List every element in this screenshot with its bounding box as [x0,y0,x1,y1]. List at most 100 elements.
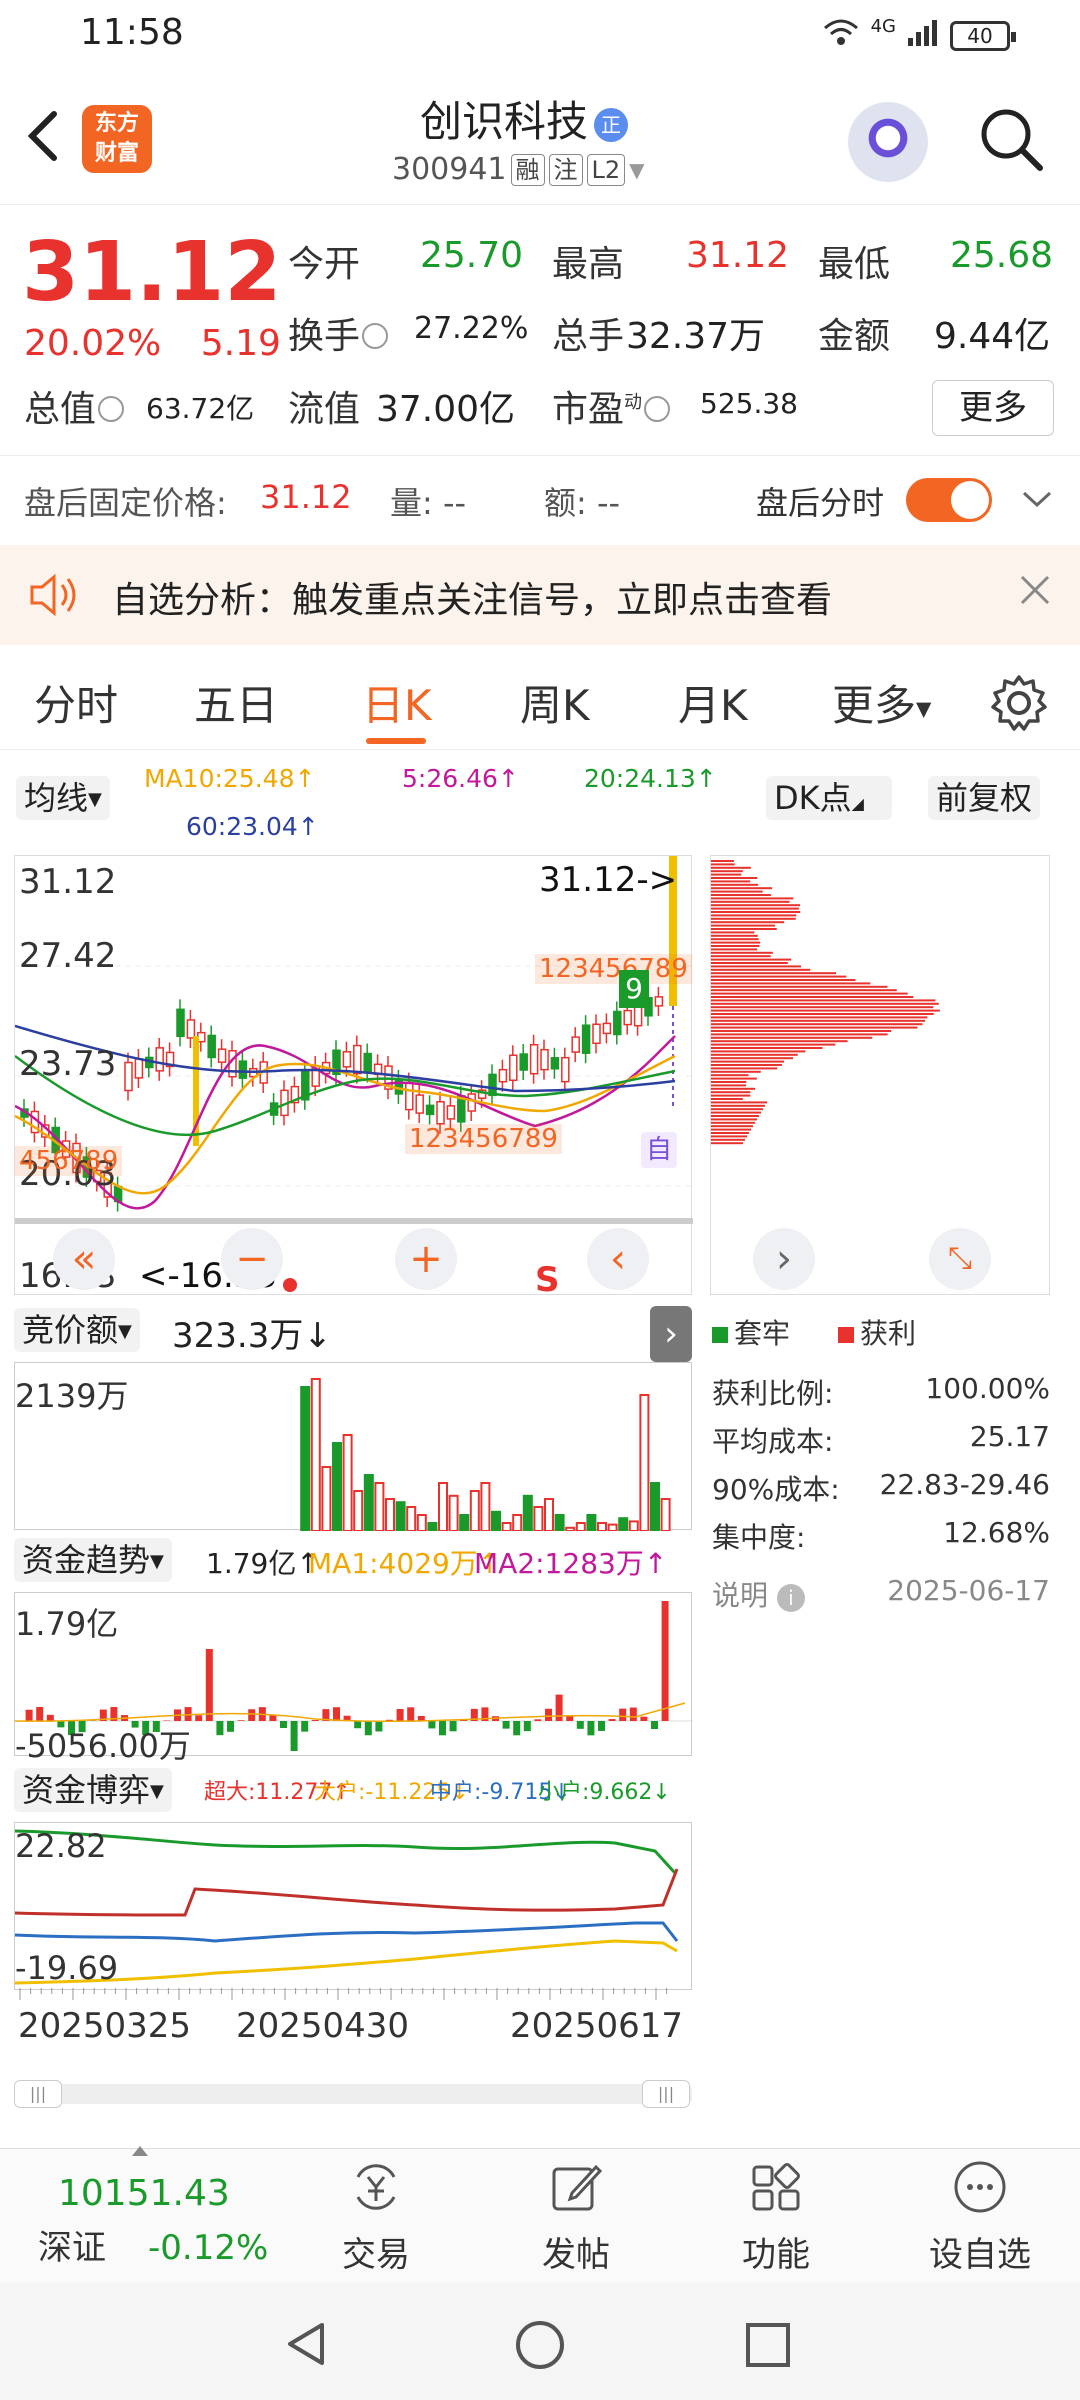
chip-bar [711,931,754,933]
trend-bar [26,1710,33,1721]
index-change: -0.12% [148,2228,268,2268]
chip-label-90-cost: 90%成本: [712,1468,840,1508]
chip-bar [711,993,908,995]
after-hours-toggle[interactable] [906,478,992,522]
candle-body [208,1035,215,1057]
fund-game-chart[interactable]: 22.82 -19.69 [14,1822,692,1990]
chevron-down-icon[interactable] [1022,482,1052,517]
stock-header: 东方 财富 创识科技正 300941 融 注 L2 ▼ [0,70,1080,205]
fund-trend-selector[interactable]: 资金趋势▼ [14,1538,172,1582]
fund-trend-chart[interactable]: 1.79亿 -5056.00万 [14,1592,692,1756]
zoom-in-icon[interactable]: + [395,1228,457,1290]
range-scrollbar[interactable] [14,2084,692,2104]
gear-icon[interactable] [990,674,1048,732]
candle-body [135,1059,142,1078]
range-handle-left[interactable]: ||| [14,2080,62,2108]
nav-functions[interactable]: 功能 [706,2159,846,2276]
tab-intraday[interactable]: 分时 [34,672,118,733]
chevron-right-icon[interactable]: › [753,1228,815,1290]
chip-note[interactable]: 说明 i [712,1574,805,1614]
auction-bar [450,1496,458,1531]
turnover-value: 27.22% [414,311,528,346]
high-value: 31.12 [686,235,789,276]
trend-bar [524,1721,531,1731]
trend-bar [407,1707,414,1721]
trend-bar [619,1709,626,1721]
chip-bar [711,908,799,910]
chevron-left-icon[interactable]: ‹ [587,1228,649,1290]
candle-body [125,1063,132,1091]
adjust-button[interactable]: 前复权 [928,776,1040,820]
back-button[interactable] [22,106,72,166]
chip-bar [711,1129,751,1131]
tab-weekly-k[interactable]: 周K [520,672,590,733]
trend-bar [375,1721,382,1731]
zoom-out-icon[interactable]: − [221,1228,283,1290]
auction-bar [598,1523,606,1531]
candle-body [354,1046,361,1074]
dk-point-button[interactable]: DK点◢ [766,776,892,820]
auction-bar [534,1507,542,1531]
robot-assistant-icon[interactable] [848,102,928,182]
app-logo[interactable]: 东方 财富 [82,105,152,173]
auction-chart[interactable]: 2139万 [14,1362,692,1530]
search-icon[interactable] [978,106,1044,172]
system-back-icon[interactable] [282,2319,332,2369]
chip-label-avg-cost: 平均成本: [712,1420,833,1460]
trend-bar [397,1709,404,1721]
kline-chart[interactable]: 31.12 27.42 23.73 20.03 16.33 31.12-> <-… [14,855,692,1295]
chip-bar [711,972,836,974]
market-cap-value: 63.72亿 [146,387,254,427]
nav-post[interactable]: 发帖 [506,2159,646,2276]
fund-game-selector[interactable]: 资金博弈▼ [14,1768,172,1812]
eye-icon[interactable] [362,323,388,349]
notice-text: 自选分析：触发重点关注信号，立即点击查看 [112,571,832,623]
fund-trend-axis-max: 1.79亿 [15,1599,118,1645]
stock-code-row[interactable]: 300941 融 注 L2 ▼ [392,152,645,187]
expand-icon[interactable]: ⤡ [929,1228,991,1290]
tab-daily-k[interactable]: 日K [362,672,432,733]
high-marker: 31.12-> [539,860,677,900]
auction-bar [556,1515,564,1531]
more-button[interactable]: 更多 [932,380,1054,436]
chip-distribution-chart[interactable]: › ⤡ [710,855,1050,1295]
system-home-icon[interactable] [514,2319,566,2371]
ma-selector[interactable]: 均线▼ [16,776,110,820]
chip-bar [711,962,788,964]
ma60-label: 60:23.04↑ [186,812,319,841]
chip-bar [711,965,801,967]
tab-monthly-k[interactable]: 月K [678,672,748,733]
tab-more[interactable]: 更多▼ [832,672,931,733]
candle-body [531,1045,538,1074]
grid-icon [748,2159,804,2215]
edit-icon [548,2159,604,2215]
expand-right-icon[interactable]: › [650,1306,692,1362]
eye-icon[interactable] [98,396,124,422]
trade-icon [348,2159,404,2215]
chip-bar [711,1139,745,1141]
network-type: 4G [871,16,896,37]
chip-bar [711,1013,934,1015]
chip-bar [711,877,757,879]
tab-five-day[interactable]: 五日 [194,672,278,733]
auction-selector[interactable]: 竞价额▼ [14,1308,140,1352]
chip-bar [711,1091,750,1093]
rewind-icon[interactable]: « [53,1228,115,1290]
auction-bar [524,1496,532,1531]
speaker-icon [28,573,80,617]
range-handle-right[interactable]: ||| [642,2080,690,2108]
amount-label: 金额 [818,307,890,359]
close-icon[interactable] [1018,567,1052,618]
trend-bar [195,1715,202,1721]
chip-bar [711,911,800,913]
system-recents-icon[interactable] [744,2321,792,2369]
nav-trade[interactable]: 交易 [306,2159,446,2276]
candle-body [489,1074,496,1095]
index-widget[interactable]: 10151.43 深证 -0.12% [24,2173,294,2269]
trend-bar [609,1719,616,1721]
nav-add-watchlist[interactable]: 设自选 [910,2159,1050,2276]
chip-bar [711,1067,777,1069]
notice-banner[interactable]: 自选分析：触发重点关注信号，立即点击查看 [0,545,1080,645]
self-select-tag[interactable]: 自 [641,1132,677,1168]
eye-icon[interactable] [644,396,670,422]
